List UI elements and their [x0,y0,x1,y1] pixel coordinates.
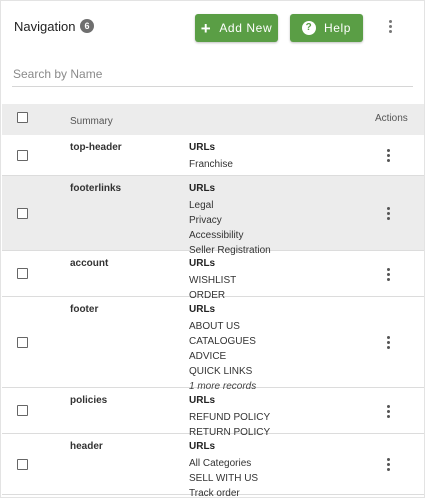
urls-title: URLs [189,142,216,153]
header-more-menu-icon[interactable] [383,15,397,37]
row-actions-menu-icon[interactable] [382,403,394,419]
row-select-checkbox[interactable] [17,268,28,279]
page-title: Navigation [14,19,76,34]
row-name: policies [70,395,108,406]
url-item: Track order [189,488,240,498]
table-row: footerlinks URLs Legal Privacy Accessibility… [2,176,424,256]
row-name: footerlinks [70,183,122,194]
table-row: footer URLs ABOUT US CATALOGUES ADVICE QUICK … [2,297,424,392]
row-select-checkbox[interactable] [17,149,28,161]
urls-title: URLs [189,395,216,406]
row-actions-menu-icon[interactable] [382,206,394,222]
search-input[interactable] [12,61,413,87]
url-list: URLs All Categories SELL WITH US Track orde… [189,441,258,498]
url-list: URLs ABOUT US CATALOGUES ADVICE QUICK LINKS 1… [189,304,256,394]
url-list: URLs Franchise [189,142,233,172]
url-item: ADVICE [189,351,227,362]
url-item: ABOUT US [189,321,240,332]
row-select-checkbox[interactable] [17,207,28,219]
help-label: Help [323,21,352,35]
url-item: SELL WITH US [189,473,259,484]
row-select-checkbox[interactable] [17,336,28,348]
table-header: Summary Actions [2,104,424,135]
url-item: CATALOGUES [189,336,256,347]
actions-column-header: Actions [375,113,408,124]
plus-icon: + [200,18,212,38]
urls-title: URLs [189,183,216,194]
summary-column-header: Summary [70,116,113,127]
row-select-checkbox[interactable] [17,405,28,416]
row-actions-menu-icon[interactable] [382,266,394,282]
add-new-button[interactable]: + Add New [195,14,278,42]
url-item: WISHLIST [189,275,237,286]
help-button[interactable]: ? Help [290,14,363,42]
row-actions-menu-icon[interactable] [382,148,394,164]
url-list: URLs Legal Privacy Accessibility Seller Regi… [189,183,271,258]
url-item: REFUND POLICY [189,412,271,423]
table-row: account URLs WISHLIST ORDER [2,251,424,301]
url-item: Legal [189,200,214,211]
url-item: Accessibility [189,230,244,241]
row-actions-menu-icon[interactable] [382,335,394,351]
url-item: All Categories [189,458,252,469]
table-row: policies URLs REFUND POLICY RETURN POLICY [2,388,424,438]
url-item: Privacy [189,215,222,226]
panel-header: Navigation 6 + Add New ? Help [1,1,424,53]
row-name: footer [70,304,99,315]
table-row: header URLs All Categories SELL WITH US Trac… [2,434,424,498]
navigation-panel: Navigation 6 + Add New ? Help Summary Ac… [0,0,425,498]
url-item: Franchise [189,159,233,170]
add-new-label: Add New [219,21,273,35]
urls-title: URLs [189,304,216,315]
urls-title: URLs [189,441,216,452]
urls-title: URLs [189,258,216,269]
help-icon: ? [301,21,316,35]
row-actions-menu-icon[interactable] [382,457,394,473]
row-name: header [70,441,103,452]
select-all-checkbox[interactable] [17,112,28,123]
url-item: QUICK LINKS [189,366,253,377]
row-name: account [70,258,109,269]
row-name: top-header [70,142,122,153]
row-select-checkbox[interactable] [17,458,28,470]
count-badge: 6 [80,19,94,33]
table-row: top-header URLs Franchise [2,135,424,176]
